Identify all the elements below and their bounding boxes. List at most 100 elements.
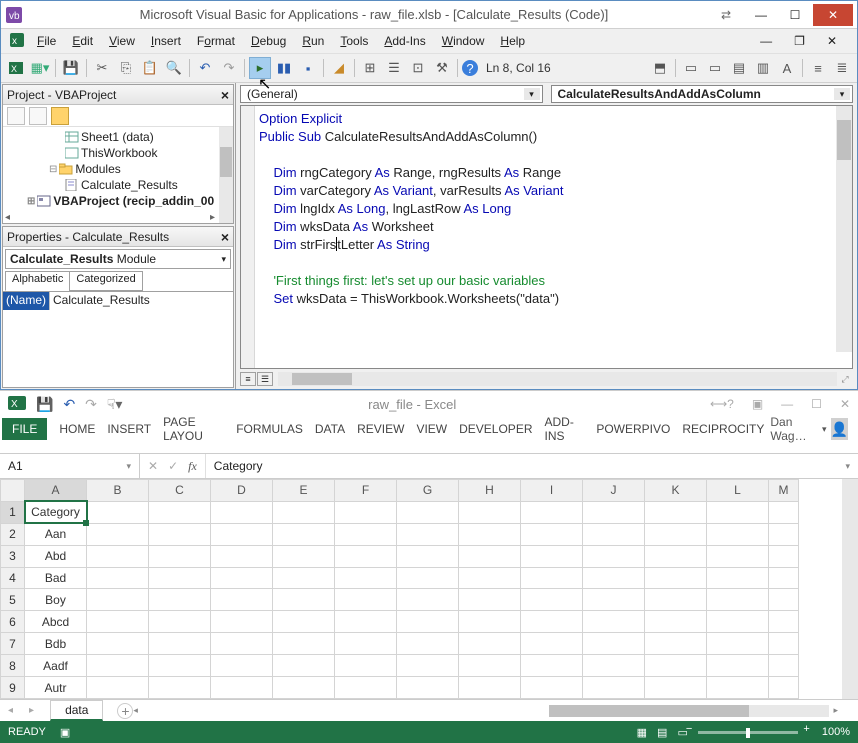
column-header[interactable]: K <box>645 480 707 502</box>
project-tree[interactable]: Sheet1 (data) ThisWorkbook ⊟Modules Calc… <box>3 127 233 223</box>
cell[interactable]: Autr <box>25 677 87 699</box>
project-scrollbar[interactable] <box>219 127 233 223</box>
properties-grid[interactable]: (Name) Calculate_Results <box>3 291 233 387</box>
row-header[interactable]: 3 <box>1 545 25 567</box>
ribbon-tab-developer[interactable]: DEVELOPER <box>453 419 538 439</box>
sheet-horizontal-scrollbar[interactable]: ◂▸ <box>133 704 858 718</box>
full-module-view-button[interactable]: ☰ <box>257 372 273 386</box>
tree-item-modules-folder[interactable]: ⊟Modules <box>5 161 231 177</box>
object-browser-icon[interactable]: ⊡ <box>407 57 429 79</box>
menu-window[interactable]: Window <box>434 32 493 50</box>
cell[interactable]: Bad <box>25 567 87 589</box>
row-header[interactable]: 4 <box>1 567 25 589</box>
cancel-formula-icon[interactable]: ✕ <box>148 459 158 473</box>
fx-icon[interactable]: fx <box>188 459 197 474</box>
chevron-down-icon[interactable]: ▾ <box>834 88 850 100</box>
menu-run[interactable]: Run <box>294 32 332 50</box>
procedure-view-button[interactable]: ≡ <box>240 372 256 386</box>
sheet-vertical-scrollbar[interactable] <box>842 479 858 699</box>
paste-icon[interactable]: 📋 <box>139 57 161 79</box>
ribbon-tab-insert[interactable]: INSERT <box>101 419 157 439</box>
menu-edit[interactable]: Edit <box>64 32 101 50</box>
edit-tb-icon2[interactable]: ▭ <box>704 57 726 79</box>
column-header[interactable]: A <box>25 480 87 502</box>
column-header[interactable]: F <box>335 480 397 502</box>
zoom-slider[interactable] <box>698 731 798 734</box>
maximize-button[interactable]: ☐ <box>779 4 811 26</box>
sheet-nav-prev[interactable]: ◂ <box>0 705 21 716</box>
cell[interactable]: Abcd <box>25 611 87 633</box>
properties-object-selector[interactable]: Calculate_Results Module ▾ <box>5 249 231 269</box>
zoom-level[interactable]: 100% <box>822 726 850 738</box>
cell[interactable]: Abd <box>25 545 87 567</box>
reset-button[interactable]: ▪ <box>297 57 319 79</box>
bookmark-prev-icon[interactable]: ⬒ <box>649 57 671 79</box>
excel-return-icon[interactable]: x <box>5 32 29 51</box>
property-row-name[interactable]: (Name) Calculate_Results <box>3 292 233 310</box>
row-header[interactable]: 7 <box>1 633 25 655</box>
ribbon-tab-reciprocity[interactable]: RECIPROCITY <box>676 419 770 439</box>
ribbon-tab-home[interactable]: HOME <box>53 419 101 439</box>
select-all-corner[interactable] <box>1 480 25 502</box>
ribbon-tab-addins[interactable]: ADD-INS <box>538 412 590 446</box>
row-header[interactable]: 2 <box>1 523 25 545</box>
view-page-layout-icon[interactable]: ▤ <box>657 726 667 739</box>
insert-module-icon[interactable]: ▦▾ <box>29 57 51 79</box>
column-header[interactable]: H <box>459 480 521 502</box>
formula-input[interactable]: Category ▾ <box>205 454 858 478</box>
cell[interactable]: Boy <box>25 589 87 611</box>
column-header[interactable]: D <box>211 480 273 502</box>
column-header[interactable]: I <box>521 480 583 502</box>
name-box[interactable]: A1 ▾ <box>0 454 140 478</box>
column-header[interactable]: C <box>149 480 211 502</box>
minimize-button[interactable]: — <box>745 4 777 26</box>
edit-tb-icon5[interactable]: А <box>776 57 798 79</box>
code-margin[interactable] <box>241 106 255 368</box>
menu-file[interactable]: FFileile <box>29 32 64 50</box>
view-excel-icon[interactable]: X <box>5 57 27 79</box>
edit-tb-icon1[interactable]: ▭ <box>680 57 702 79</box>
break-button[interactable]: ▮▮ <box>273 57 295 79</box>
row-header[interactable]: 6 <box>1 611 25 633</box>
close-button[interactable]: ✕ <box>813 4 853 26</box>
toggle-folders-icon[interactable] <box>51 107 69 125</box>
ribbon-tab-view[interactable]: VIEW <box>410 419 453 439</box>
code-horizontal-scrollbar[interactable] <box>278 372 837 386</box>
mdi-minimize-button[interactable]: — <box>752 32 780 50</box>
save-icon[interactable]: 💾 <box>60 57 82 79</box>
properties-icon[interactable]: ☰ <box>383 57 405 79</box>
help-icon[interactable]: ? <box>462 60 478 76</box>
add-sheet-button[interactable]: + <box>117 703 133 719</box>
properties-tab-categorized[interactable]: Categorized <box>69 271 142 291</box>
ribbon-tab-formulas[interactable]: FORMULAS <box>230 419 309 439</box>
properties-tab-alphabetic[interactable]: Alphabetic <box>5 271 70 291</box>
tree-item-thisworkbook[interactable]: ThisWorkbook <box>5 145 231 161</box>
toolbox-icon[interactable]: ⚒ <box>431 57 453 79</box>
ribbon-tab-data[interactable]: DATA <box>309 419 351 439</box>
edit-tb-icon3[interactable]: ▤ <box>728 57 750 79</box>
row-header[interactable]: 5 <box>1 589 25 611</box>
outdent-icon[interactable]: ≣ <box>831 57 853 79</box>
ribbon-tab-page-layout[interactable]: PAGE LAYOU <box>157 412 230 446</box>
object-selector[interactable]: (General)▾ <box>240 85 543 103</box>
row-header[interactable]: 9 <box>1 677 25 699</box>
cell[interactable]: Aan <box>25 523 87 545</box>
excel-close-button[interactable]: ✕ <box>840 397 850 411</box>
view-object-icon[interactable] <box>29 107 47 125</box>
excel-user-account[interactable]: Dan Wag…▾ 👤 <box>770 415 856 443</box>
column-header[interactable]: B <box>87 480 149 502</box>
project-close-button[interactable]: × <box>221 87 229 103</box>
ribbon-tab-review[interactable]: REVIEW <box>351 419 410 439</box>
code-editor[interactable]: Option Explicit Public Sub CalculateResu… <box>240 105 853 369</box>
sheet-nav-next[interactable]: ▸ <box>21 705 42 716</box>
project-explorer-icon[interactable]: ⊞ <box>359 57 381 79</box>
code-vertical-scrollbar[interactable] <box>836 106 852 352</box>
indent-icon[interactable]: ≡ <box>807 57 829 79</box>
redo-icon[interactable]: ↷ <box>85 396 97 413</box>
sheet-tab-data[interactable]: data <box>50 700 103 721</box>
cut-icon[interactable]: ✂ <box>91 57 113 79</box>
column-header[interactable]: G <box>397 480 459 502</box>
ribbon-display-icon[interactable]: ▣ <box>752 397 763 411</box>
restore-inner-icon[interactable]: ⇄ <box>721 8 731 22</box>
menu-format[interactable]: Format <box>189 32 243 50</box>
